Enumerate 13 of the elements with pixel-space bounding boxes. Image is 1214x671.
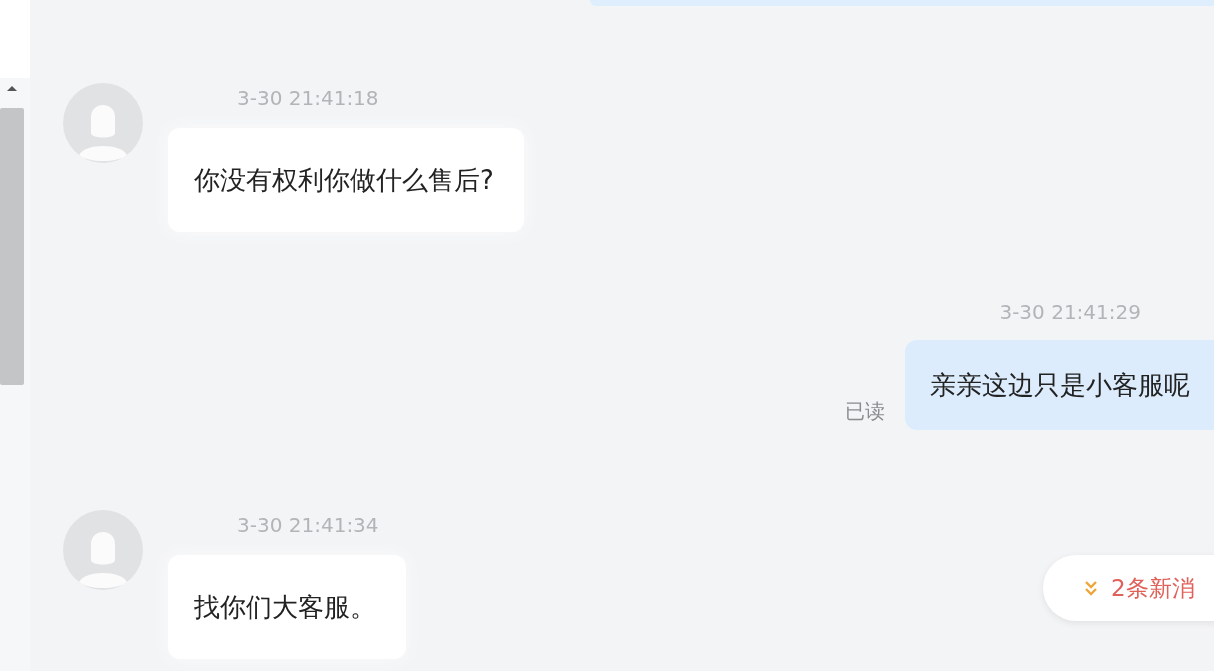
message-time: 3-30 21:41:34: [237, 513, 379, 537]
scrollbar-thumb[interactable]: [0, 108, 24, 385]
message-bubble: 你没有权利你做什么售后?: [168, 128, 524, 232]
chevron-down-icon: [1083, 580, 1099, 596]
message-bubble: 找你们大客服。: [168, 555, 406, 659]
read-status: 已读: [845, 399, 885, 423]
scroll-up-icon[interactable]: [6, 85, 18, 92]
avatar-icon: [63, 83, 143, 163]
message-time: 3-30 21:41:18: [237, 86, 379, 110]
message-bubble: 亲亲这边只是小客服呢: [905, 340, 1214, 430]
message-time: 3-30 21:41:29: [999, 300, 1141, 324]
new-messages-button[interactable]: 2条新消: [1043, 555, 1214, 621]
avatar-icon: [63, 510, 143, 590]
